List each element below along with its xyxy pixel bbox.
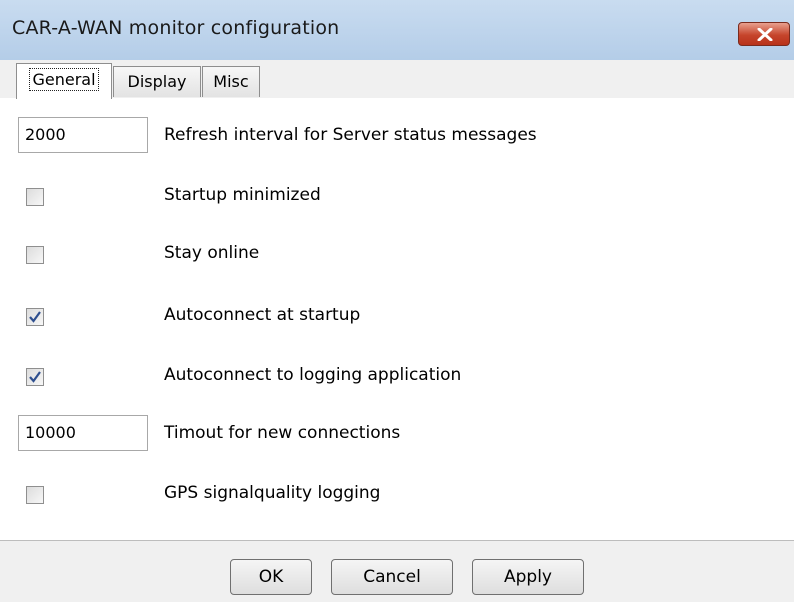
button-bar: OK Cancel Apply <box>0 540 794 602</box>
close-button[interactable] <box>738 22 790 46</box>
connection-timeout-label: Timout for new connections <box>164 423 401 443</box>
ok-button[interactable]: OK <box>230 559 312 595</box>
connection-timeout-field[interactable]: 10000 <box>18 415 148 451</box>
window-title: CAR-A-WAN monitor configuration <box>12 17 340 39</box>
tab-misc[interactable]: Misc <box>202 66 260 97</box>
checkmark-icon <box>29 311 41 323</box>
stay-online-label: Stay online <box>164 243 260 263</box>
apply-button[interactable]: Apply <box>472 559 584 595</box>
tab-bar: General Display Misc <box>0 60 794 99</box>
stay-online-checkbox[interactable] <box>26 246 44 264</box>
tab-display-label: Display <box>127 72 187 91</box>
tab-display[interactable]: Display <box>113 66 201 97</box>
tab-general-label: General <box>29 68 99 91</box>
autoconnect-logging-row: Autoconnect to logging application <box>0 357 794 397</box>
checkmark-icon <box>29 371 41 383</box>
config-dialog: CAR-A-WAN monitor configuration General … <box>0 0 794 602</box>
title-bar[interactable]: CAR-A-WAN monitor configuration <box>0 0 794 61</box>
startup-minimized-label: Startup minimized <box>164 185 321 205</box>
autoconnect-startup-label: Autoconnect at startup <box>164 305 361 325</box>
autoconnect-startup-row: Autoconnect at startup <box>0 297 794 337</box>
startup-minimized-checkbox[interactable] <box>26 188 44 206</box>
autoconnect-logging-checkbox[interactable] <box>26 368 44 386</box>
tab-general[interactable]: General <box>16 63 112 99</box>
connection-timeout-row: 10000 Timout for new connections <box>0 415 794 455</box>
startup-minimized-row: Startup minimized <box>0 177 794 217</box>
stay-online-row: Stay online <box>0 235 794 275</box>
gps-logging-label: GPS signalquality logging <box>164 483 381 503</box>
cancel-button[interactable]: Cancel <box>331 559 453 595</box>
gps-logging-row: GPS signalquality logging <box>0 475 794 515</box>
close-icon <box>757 28 773 41</box>
tab-misc-label: Misc <box>213 72 249 91</box>
gps-logging-checkbox[interactable] <box>26 486 44 504</box>
general-panel: 2000 Refresh interval for Server status … <box>0 98 794 540</box>
refresh-interval-label: Refresh interval for Server status messa… <box>164 125 537 145</box>
autoconnect-logging-label: Autoconnect to logging application <box>164 365 462 385</box>
autoconnect-startup-checkbox[interactable] <box>26 308 44 326</box>
refresh-interval-row: 2000 Refresh interval for Server status … <box>0 117 794 157</box>
refresh-interval-field[interactable]: 2000 <box>18 117 148 153</box>
